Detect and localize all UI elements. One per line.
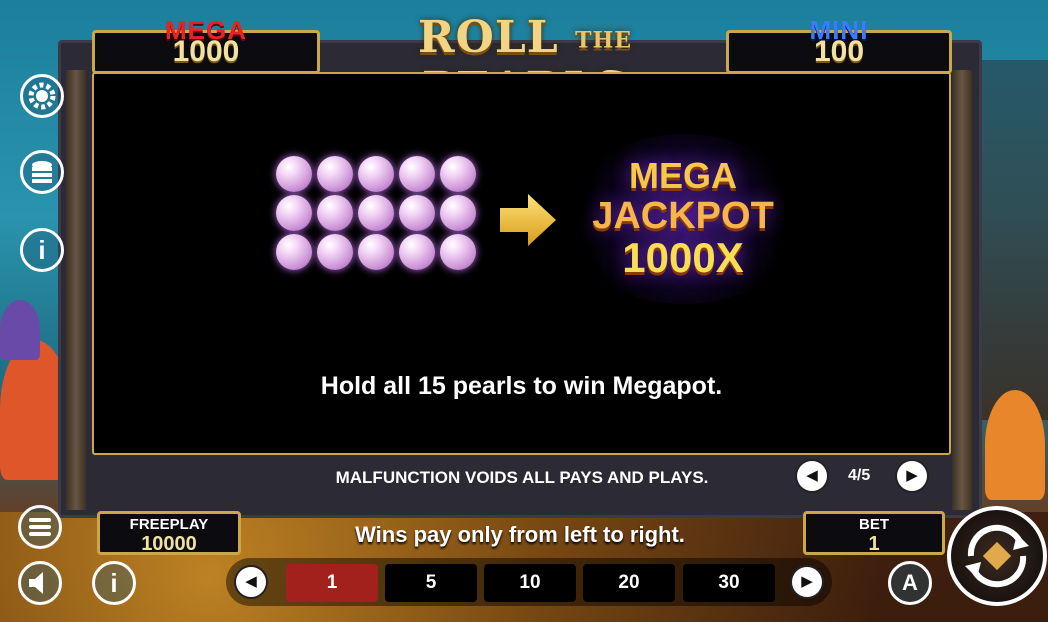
pearl-icon	[317, 195, 353, 231]
left-pillar	[66, 70, 86, 510]
game-logo: ROLL THE PEARLS	[330, 12, 720, 114]
arrow-right-icon	[500, 194, 556, 246]
autoplay-icon[interactable]: A	[888, 561, 932, 605]
pearl-icon	[317, 234, 353, 270]
mega-jackpot-value: 1000	[172, 35, 240, 68]
bet-option-5[interactable]: 5	[385, 564, 477, 602]
pearl-icon	[358, 195, 394, 231]
page-indicator: 4/5	[848, 467, 871, 484]
logo-word-roll: ROLL	[417, 12, 559, 63]
mini-jackpot-panel: MINI 100	[726, 15, 952, 74]
prize-line-3: 1000X	[622, 234, 744, 281]
gear-icon[interactable]	[20, 74, 64, 118]
bet-value: 1	[868, 533, 880, 555]
prev-page-button[interactable]: ◀	[797, 461, 827, 491]
pearl-icon	[358, 156, 394, 192]
prize-line-2: JACKPOT	[592, 195, 774, 237]
right-pillar	[952, 70, 972, 510]
pearl-grid	[276, 156, 478, 270]
pearl-icon	[276, 234, 312, 270]
pearl-icon	[440, 234, 476, 270]
info-description: Hold all 15 pearls to win Megapot.	[320, 372, 723, 400]
pearl-icon	[399, 156, 435, 192]
spin-button[interactable]	[947, 506, 1047, 606]
info-icon[interactable]: i	[92, 561, 136, 605]
pearl-icon	[317, 156, 353, 192]
next-page-button[interactable]: ▶	[897, 461, 927, 491]
bet-option-10[interactable]: 10	[484, 564, 576, 602]
bet-box: BET 1	[803, 511, 945, 555]
bet-decrease-button[interactable]: ◀	[236, 567, 266, 597]
spin-icon	[965, 524, 1029, 588]
prize-line-1: MEGA	[629, 155, 737, 196]
pearl-icon	[399, 195, 435, 231]
mini-jackpot-value: 100	[813, 35, 865, 68]
freeplay-label: FREEPLAY	[129, 516, 209, 533]
pearl-icon	[358, 234, 394, 270]
pearl-icon	[440, 156, 476, 192]
coral-decoration	[0, 300, 40, 360]
mega-jackpot-prize: MEGA JACKPOT 1000X	[568, 156, 798, 280]
malfunction-notice: MALFUNCTION VOIDS ALL PAYS AND PLAYS.	[335, 468, 709, 487]
pearl-icon	[440, 195, 476, 231]
freeplay-value: 10000	[141, 533, 197, 555]
freeplay-box: FREEPLAY 10000	[97, 511, 241, 555]
bet-option-1[interactable]: 1	[286, 564, 378, 602]
menu-icon[interactable]	[18, 505, 62, 549]
pearl-icon	[399, 234, 435, 270]
info-icon[interactable]: i	[20, 228, 64, 272]
bet-option-20[interactable]: 20	[583, 564, 675, 602]
wins-notice: Wins pay only from left to right.	[355, 522, 685, 547]
coin-stack-icon[interactable]	[20, 150, 64, 194]
paytable-info-panel: MEGA JACKPOT 1000X Hold all 15 pearls to…	[92, 72, 951, 455]
speaker-icon[interactable]	[18, 561, 62, 605]
coral-decoration	[985, 390, 1045, 500]
bet-increase-button[interactable]: ▶	[792, 567, 822, 597]
bet-label: BET	[859, 516, 889, 533]
logo-word-the: THE	[575, 27, 633, 54]
bet-option-30[interactable]: 30	[683, 564, 775, 602]
mega-jackpot-panel: MEGA 1000	[92, 15, 320, 74]
pearl-icon	[276, 156, 312, 192]
pearl-icon	[276, 195, 312, 231]
